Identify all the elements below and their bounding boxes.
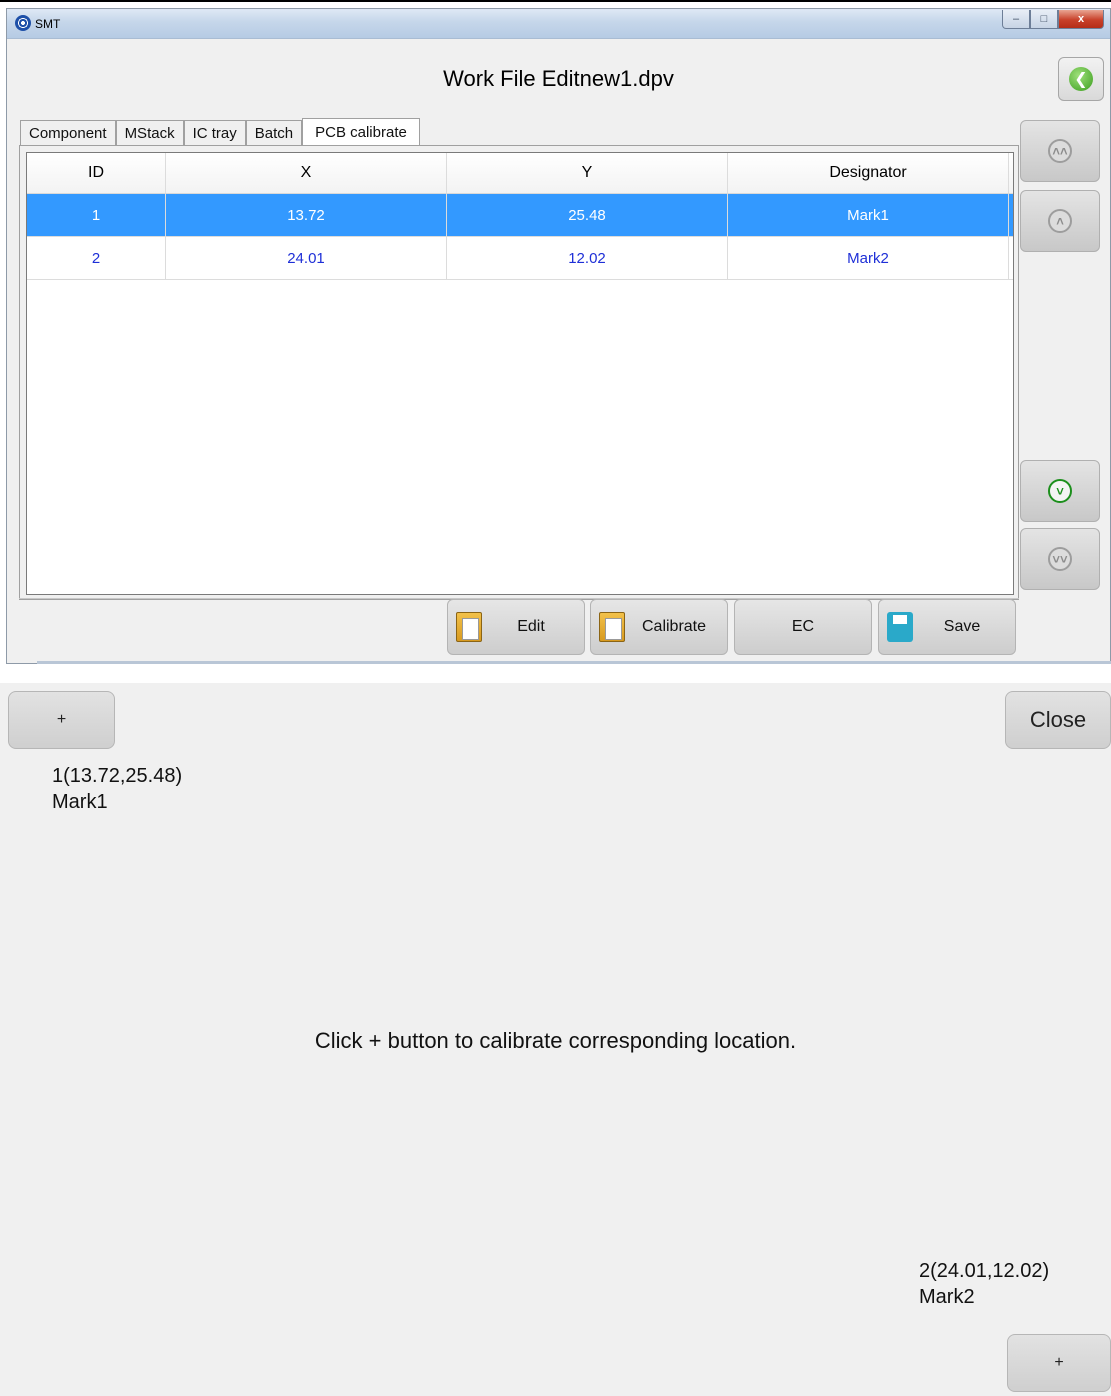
- column-header-y[interactable]: Y: [447, 153, 728, 193]
- tab-ic-tray[interactable]: IC tray: [183, 120, 246, 145]
- chevron-down-icon: ˅: [1048, 479, 1072, 503]
- tab-batch[interactable]: Batch: [245, 120, 303, 145]
- close-button[interactable]: Close: [1005, 691, 1111, 749]
- tab-component[interactable]: Component: [20, 120, 116, 145]
- column-header-designator[interactable]: Designator: [728, 153, 1009, 193]
- point2-label: 2(24.01,12.02) Mark2: [919, 1258, 1049, 1310]
- back-button[interactable]: ❮: [1058, 57, 1104, 101]
- cell-designator: Mark1: [728, 194, 1009, 236]
- save-button-label: Save: [943, 618, 981, 635]
- edit-button[interactable]: Edit: [447, 599, 585, 655]
- point1-label: 1(13.72,25.48) Mark1: [52, 763, 182, 815]
- scroll-bottom-button[interactable]: ˅˅: [1020, 528, 1100, 590]
- calibrate-button-label: Calibrate: [641, 618, 707, 635]
- calibration-table: ID X Y Designator 1 13.72 25.48 Mark1 2 …: [26, 152, 1014, 595]
- double-chevron-up-icon: ˄˄: [1048, 139, 1072, 163]
- calibrate-button[interactable]: Calibrate: [590, 599, 728, 655]
- floppy-disk-icon: [887, 612, 913, 642]
- scroll-down-button[interactable]: ˅: [1020, 460, 1100, 522]
- calibrate-point1-button[interactable]: +: [8, 691, 115, 749]
- edit-clipboard-icon: [456, 612, 482, 642]
- top-border: [0, 0, 1111, 2]
- calibrate-clipboard-icon: [599, 612, 625, 642]
- window-controls: – □ x: [1002, 10, 1104, 29]
- column-header-id[interactable]: ID: [27, 153, 166, 193]
- double-chevron-down-icon: ˅˅: [1048, 547, 1072, 571]
- calibration-panel: + Close 1(13.72,25.48) Mark1 Click + but…: [0, 683, 1111, 1396]
- calibrate-point2-button[interactable]: +: [1007, 1334, 1111, 1392]
- app-name: SMT: [35, 17, 61, 31]
- tab-content: ID X Y Designator 1 13.72 25.48 Mark1 2 …: [19, 145, 1019, 600]
- column-header-x[interactable]: X: [166, 153, 447, 193]
- ec-button-label: EC: [791, 618, 815, 635]
- edit-button-label: Edit: [517, 618, 545, 635]
- chevron-up-icon: ˄: [1048, 209, 1072, 233]
- table-row[interactable]: 1 13.72 25.48 Mark1: [27, 194, 1013, 237]
- instruction-text: Click + button to calibrate correspondin…: [314, 1028, 797, 1053]
- back-arrow-icon: ❮: [1069, 67, 1093, 91]
- window-header: Work File Editnew1.dpv ❮: [7, 40, 1110, 116]
- window-close-button[interactable]: x: [1058, 10, 1104, 29]
- cell-designator: Mark2: [728, 237, 1009, 279]
- ec-button[interactable]: EC: [734, 599, 872, 655]
- point2-name: Mark2: [919, 1286, 975, 1308]
- scroll-top-button[interactable]: ˄˄: [1020, 120, 1100, 182]
- title-bar: SMT – □ x: [7, 9, 1110, 39]
- app-logo-icon: [15, 15, 31, 31]
- table-row[interactable]: 2 24.01 12.02 Mark2: [27, 237, 1013, 280]
- cell-x: 13.72: [166, 194, 447, 236]
- cell-y: 12.02: [447, 237, 728, 279]
- point1-name: Mark1: [52, 791, 108, 813]
- cell-x: 24.01: [166, 237, 447, 279]
- cell-id: 1: [27, 194, 166, 236]
- point1-coords: 1(13.72,25.48): [52, 765, 183, 787]
- page-title: Work File Editnew1.dpv: [443, 66, 674, 91]
- work-file-window: SMT – □ x Work File Editnew1.dpv ❮ Compo…: [6, 8, 1111, 664]
- maximize-button[interactable]: □: [1030, 10, 1058, 29]
- cell-id: 2: [27, 237, 166, 279]
- tab-mstack[interactable]: MStack: [115, 120, 184, 145]
- scroll-up-button[interactable]: ˄: [1020, 190, 1100, 252]
- save-button[interactable]: Save: [878, 599, 1016, 655]
- cell-y: 25.48: [447, 194, 728, 236]
- tab-pcb-calibrate[interactable]: PCB calibrate: [302, 118, 420, 146]
- minimize-button[interactable]: –: [1002, 10, 1030, 29]
- table-header: ID X Y Designator: [27, 153, 1013, 194]
- tab-bar: Component MStack IC tray Batch PCB calib…: [20, 117, 420, 146]
- window-bottom-edge: [37, 661, 1111, 664]
- point2-coords: 2(24.01,12.02): [919, 1260, 1050, 1282]
